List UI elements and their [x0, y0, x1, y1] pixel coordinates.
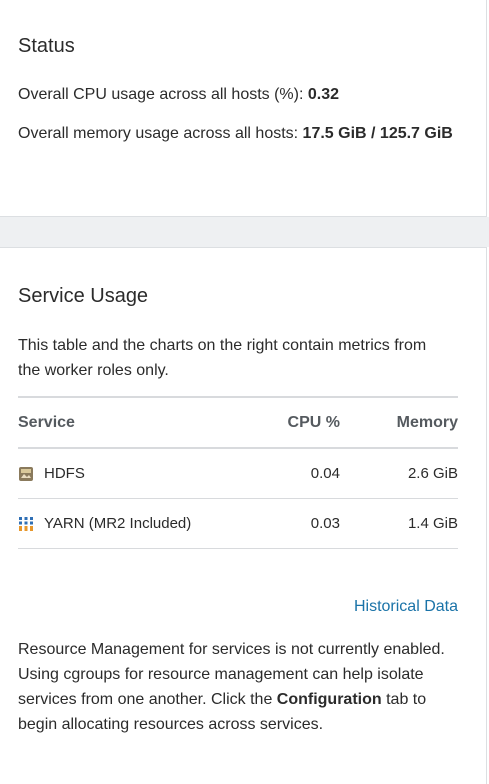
notice-configuration: Configuration — [276, 691, 382, 708]
service-usage-description: This table and the charts on the right c… — [18, 337, 427, 379]
cpu-usage-label: Overall CPU usage across all hosts (%): — [18, 86, 308, 103]
panel-gap — [0, 217, 489, 247]
resource-management-notice: Resource Management for services is not … — [18, 637, 458, 737]
memory-usage-line: Overall memory usage across all hosts: 1… — [18, 121, 468, 146]
status-title: Status — [18, 35, 75, 57]
column-header-service[interactable]: Service — [18, 396, 248, 449]
service-usage-table: Service CPU % Memory HDFS 0.04 2.6 GiB Y… — [18, 396, 458, 549]
table-row: HDFS 0.04 2.6 GiB — [18, 448, 458, 499]
status-panel: Status Overall CPU usage across all host… — [0, 0, 487, 217]
service-cell[interactable]: HDFS — [18, 465, 248, 482]
column-header-memory[interactable]: Memory — [340, 396, 458, 449]
memory-usage-value: 17.5 GiB / 125.7 GiB — [302, 125, 453, 142]
historical-data-link[interactable]: Historical Data — [354, 598, 458, 616]
table-header-row: Service CPU % Memory — [18, 396, 458, 449]
hdfs-icon — [19, 466, 33, 481]
service-usage-title: Service Usage — [18, 285, 149, 307]
memory-cell: 1.4 GiB — [340, 498, 458, 549]
service-name: YARN (MR2 Included) — [44, 515, 192, 532]
service-cell[interactable]: YARN (MR2 Included) — [18, 515, 248, 532]
memory-cell: 2.6 GiB — [340, 448, 458, 499]
memory-usage-label: Overall memory usage across all hosts: — [18, 125, 303, 142]
cpu-cell: 0.04 — [248, 448, 340, 499]
cpu-usage-line: Overall CPU usage across all hosts (%): … — [18, 82, 456, 107]
service-name: HDFS — [44, 465, 85, 482]
cpu-cell: 0.03 — [248, 498, 340, 549]
cpu-usage-value: 0.32 — [307, 86, 340, 103]
table-row: YARN (MR2 Included) 0.03 1.4 GiB — [18, 498, 458, 549]
column-header-cpu[interactable]: CPU % — [248, 396, 340, 449]
yarn-icon — [19, 516, 33, 531]
